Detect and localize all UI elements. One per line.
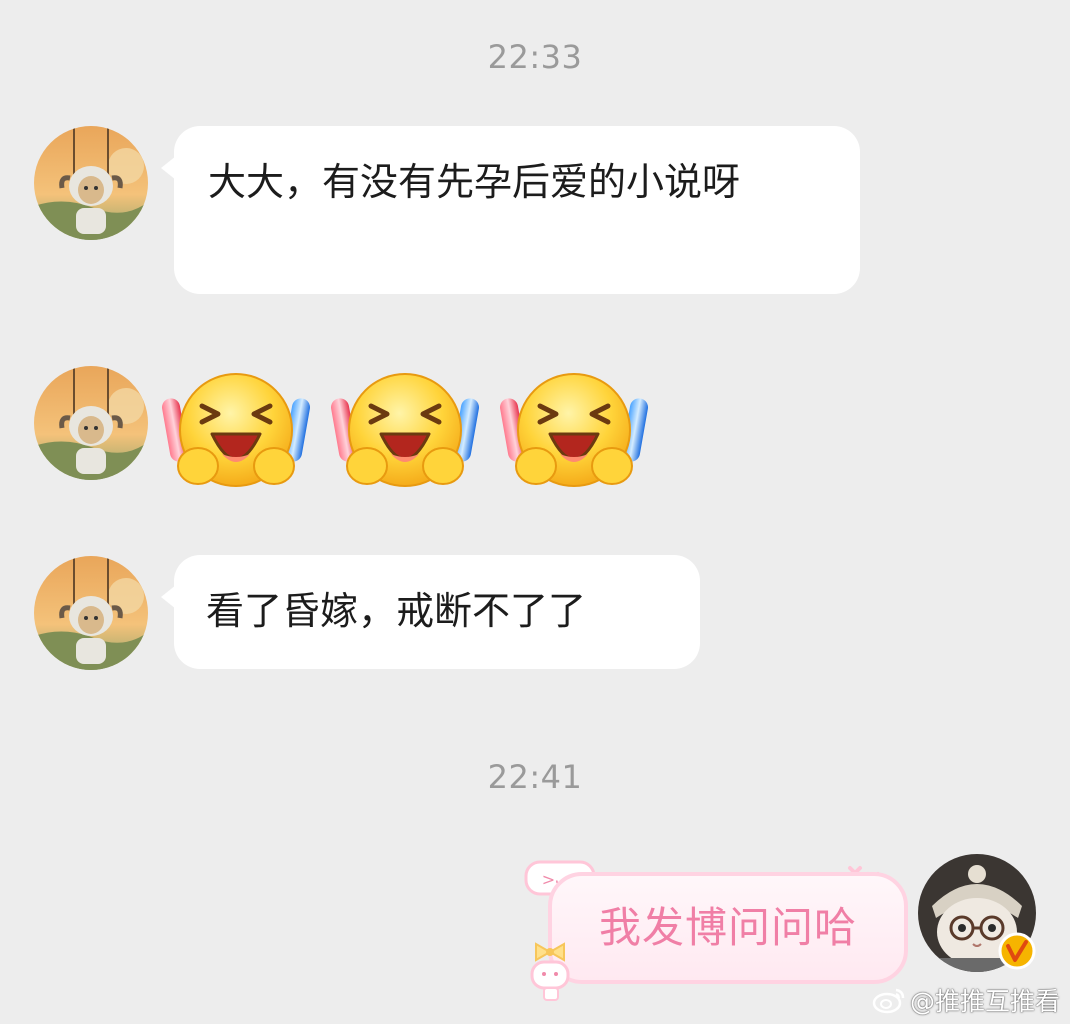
message-bubble-other[interactable]: 大大，有没有先孕后爱的小说呀 [161, 126, 860, 294]
sheep-avatar-icon [34, 126, 148, 240]
weibo-logo-icon [872, 988, 905, 1014]
timestamp: 22:41 [487, 758, 583, 796]
watermark-text: @推推互推看 [909, 987, 1060, 1016]
contact-avatar[interactable] [34, 366, 148, 480]
sticker-cheering-face-with-glowsticks[interactable] [331, 364, 479, 502]
timestamp: 22:33 [487, 38, 583, 76]
cheering-face-icon [162, 373, 310, 487]
watermark: @推推互推看 [872, 982, 1060, 1018]
cheering-face-icon [500, 373, 648, 487]
message-text: 我发博问问哈 [598, 903, 857, 952]
sheep-avatar-icon [34, 366, 148, 480]
sheep-avatar-icon [34, 556, 148, 670]
verified-badge-icon [998, 932, 1036, 970]
bow-bunny-decoration-icon [530, 942, 570, 1001]
sticker-cheering-face-with-glowsticks[interactable] [162, 364, 310, 502]
message-bubble-other[interactable]: 看了昏嫁，戒断不了了 [161, 555, 700, 669]
cheering-face-icon [331, 373, 479, 487]
sticker-cheering-face-with-glowsticks[interactable] [500, 364, 648, 502]
message-bubble-self[interactable]: 我发博问问哈 [548, 872, 908, 984]
message-text: 大大，有没有先孕后爱的小说呀 [208, 160, 741, 204]
contact-avatar[interactable] [34, 556, 148, 670]
message-text: 看了昏嫁，戒断不了了 [206, 589, 587, 633]
contact-avatar[interactable] [34, 126, 148, 240]
